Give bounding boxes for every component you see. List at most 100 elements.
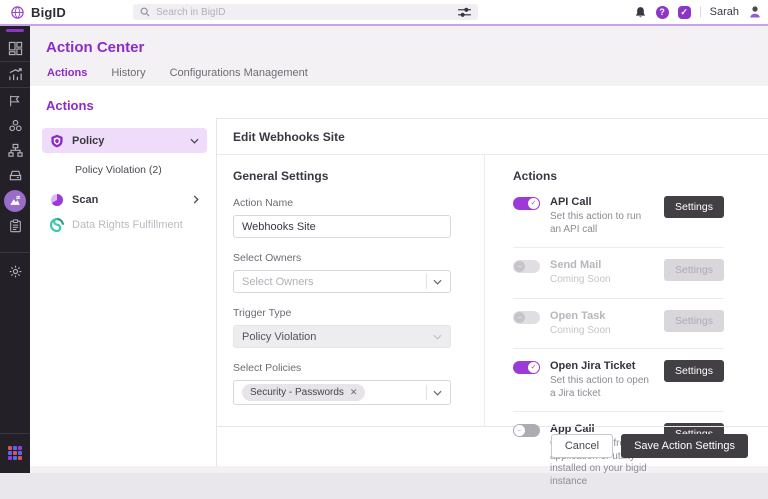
send-mail-toggle: – [513,260,540,273]
trigger-type-dropdown: Policy Violation [233,325,451,348]
logo-text: BigID [31,4,66,20]
tab-actions[interactable]: Actions [47,67,88,88]
editor-footer: Cancel Save Action Settings [217,426,768,466]
cluster-icon [8,119,22,132]
gear-icon [9,265,21,278]
api-call-toggle[interactable]: ✓ [513,197,540,210]
chevron-down-icon [190,138,199,144]
action-description: Set this action to run an API call [550,211,642,235]
open-task-settings-button: Settings [664,309,724,332]
action-name-label: Action Name [233,197,294,209]
open-jira-ticket-toggle[interactable]: ✓ [513,361,540,374]
chevron-down-icon [433,334,442,340]
select-policies-dropdown[interactable]: Security - Passwords ✕ [233,380,451,405]
dashboard-icon [8,41,22,56]
user-avatar-icon[interactable] [748,5,762,19]
tab-configurations-management[interactable]: Configurations Management [170,67,308,87]
sidebar-separator [0,252,30,253]
page-title: Action Center [46,39,145,56]
save-action-settings-button[interactable]: Save Action Settings [621,434,748,458]
sidebar-active-indicator [6,29,24,32]
help-icon[interactable]: ? [655,5,669,19]
cancel-button[interactable]: Cancel [550,434,614,458]
sidebar-separator [0,433,30,434]
tree-item-data-rights-fulfillment: Data Rights Fulfillment [42,212,207,237]
policy-chip: Security - Passwords ✕ [242,384,366,401]
action-description: Coming Soon [550,274,611,285]
actions-column: Actions ✓ API Call Set this action to ru… [484,155,768,487]
tree-item-policy[interactable]: Policy [42,128,207,153]
action-name: Send Mail [550,259,602,271]
action-center-active-circle [4,189,26,212]
apps-grid-icon [8,445,22,460]
main-content: Action Center Actions History Configurat… [30,26,768,487]
action-name: API Call [550,196,592,208]
action-name: Open Jira Ticket [550,360,636,372]
trigger-type-value: Policy Violation [242,330,317,343]
server-icon [9,170,21,181]
action-description: Set this action to open a Jira ticket [550,375,649,399]
scan-icon [51,193,63,206]
top-header: BigID Search in BigID ? ✓ Sarah [0,0,768,24]
send-mail-settings-button: Settings [664,259,724,281]
general-settings-column: General Settings Action Name Select Owne… [217,155,484,426]
api-call-settings-button[interactable]: Settings [664,196,724,218]
app-call-toggle[interactable]: – [513,424,540,437]
sidebar-item-action-center[interactable] [0,188,30,213]
action-tree: Policy Policy Violation (2) Scan Data Ri… [30,118,216,466]
flag-icon [10,95,20,106]
sidebar-item-dashboard[interactable] [0,36,30,61]
sidebar-item-analytics[interactable] [0,62,30,87]
sidebar-item-cluster[interactable] [0,113,30,138]
action-description: Coming Soon [550,324,611,336]
card-title: Actions [46,98,94,113]
tree-item-policy-violation[interactable]: Policy Violation (2) [42,153,207,187]
bigid-logo-icon [11,5,24,19]
chip-remove-icon[interactable]: ✕ [350,387,358,398]
notifications-bell-icon[interactable] [634,6,647,19]
data-rights-fulfillment-icon [50,217,64,232]
analytics-icon [8,68,22,81]
policy-chip-label: Security - Passwords [250,387,344,398]
tasks-check-icon[interactable]: ✓ [677,5,691,19]
tree-item-label: Policy [72,134,105,147]
user-name: Sarah [709,6,739,18]
bigid-logo[interactable]: BigID [0,5,66,20]
edit-action-panel: Edit Webhooks Site General Settings Acti… [216,118,768,487]
action-row-open-task: – Open Task Coming Soon Settings [513,299,724,349]
hierarchy-icon [7,143,23,157]
select-policies-label: Select Policies [233,362,302,374]
tree-item-label: Data Rights Fulfillment [72,218,183,231]
chevron-right-icon [193,195,199,204]
action-name: Open Task [550,309,606,322]
actions-heading: Actions [513,169,558,183]
actions-card: Actions Policy Policy Violation (2) Scan… [30,86,768,487]
header-accent-line [0,24,768,26]
chevron-down-icon [433,390,442,396]
main-nav-sidebar [0,26,30,473]
chevron-down-icon [433,279,442,285]
global-search-input[interactable]: Search in BigID [133,4,478,20]
sidebar-item-data-sources[interactable] [0,163,30,188]
sidebar-item-settings[interactable] [0,259,30,284]
select-owners-label: Select Owners [233,252,302,264]
editor-title: Edit Webhooks Site [217,119,768,155]
action-row-api-call: ✓ API Call Set this action to run an API… [513,185,724,248]
tree-item-label: Scan [72,193,99,206]
action-center-icon [10,195,21,205]
open-task-toggle: – [513,310,540,324]
tab-history[interactable]: History [111,67,145,87]
page-tabs: Actions History Configurations Managemen… [30,67,768,88]
tree-item-scan[interactable]: Scan [42,187,207,212]
sidebar-item-apps[interactable] [0,440,30,465]
action-name-input[interactable] [233,215,451,238]
search-filter-icon[interactable] [458,7,471,18]
sidebar-item-hierarchy[interactable] [0,138,30,163]
select-owners-placeholder: Select Owners [242,275,314,288]
search-icon [140,7,150,17]
sidebar-item-policies[interactable] [0,88,30,113]
clipboard-icon [9,218,21,232]
sidebar-item-reports[interactable] [0,213,30,238]
select-owners-dropdown[interactable]: Select Owners [233,270,451,293]
open-jira-ticket-settings-button[interactable]: Settings [664,360,724,382]
